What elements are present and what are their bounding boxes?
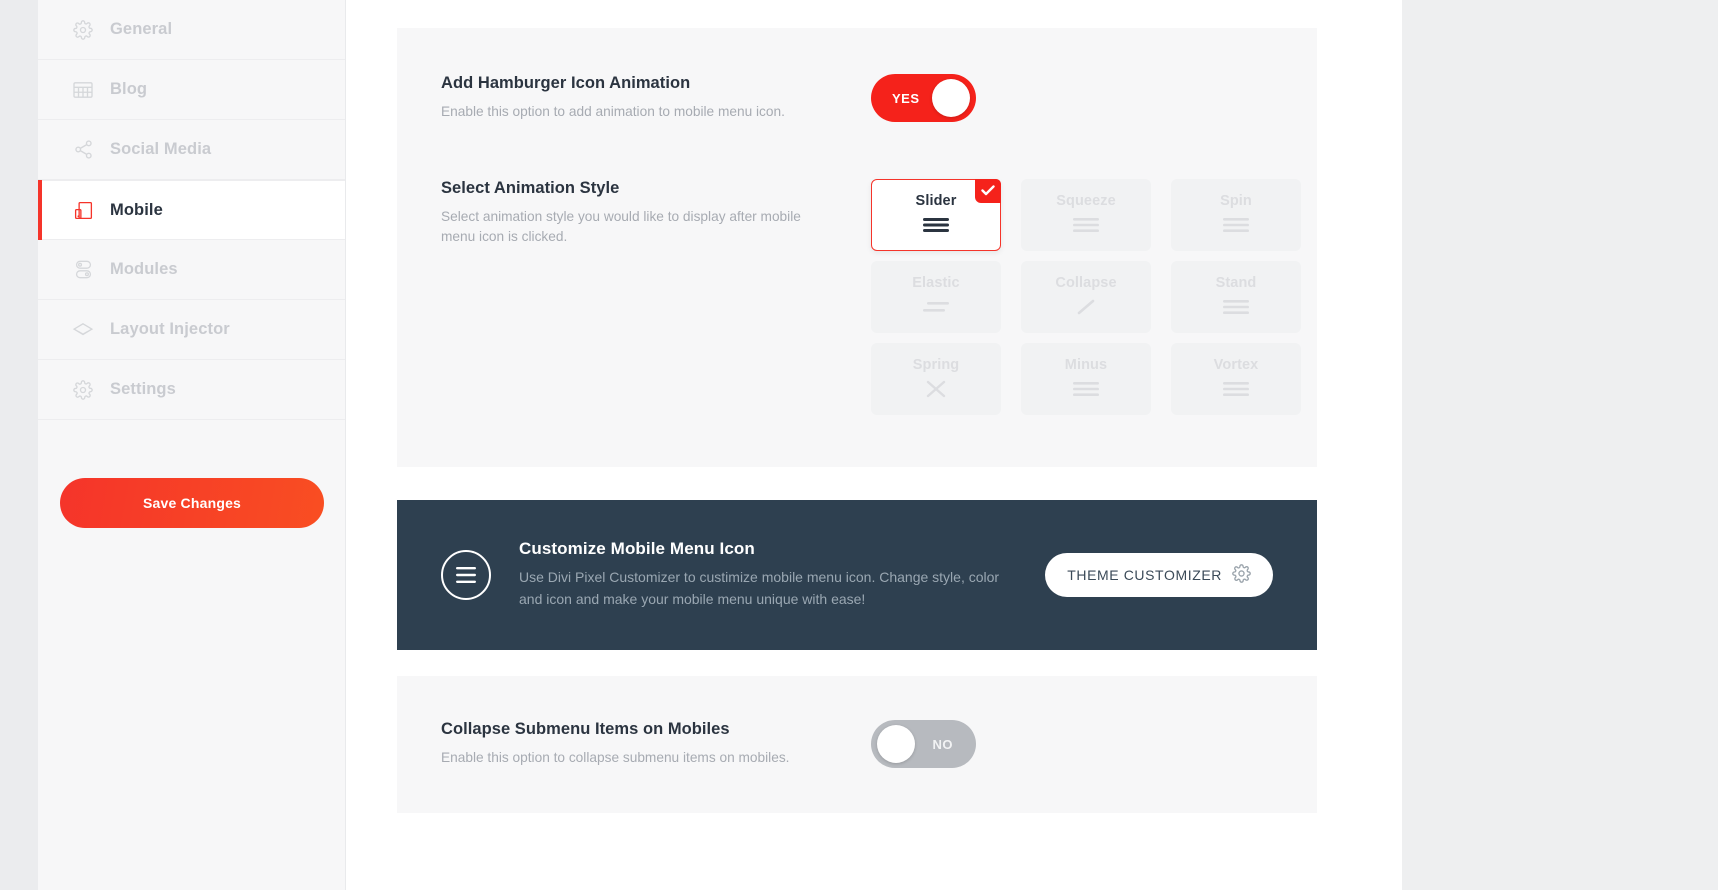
animation-settings-card: Add Hamburger Icon Animation Enable this… (397, 28, 1317, 467)
theme-customizer-banner: Customize Mobile Menu Icon Use Divi Pixe… (397, 500, 1317, 650)
modules-icon (72, 259, 94, 281)
collapse-submenu-toggle[interactable]: NO (871, 720, 976, 768)
style-label: Spin (1220, 193, 1252, 210)
hamburger-animation-toggle[interactable]: YES (871, 74, 976, 122)
style-label: Spring (912, 357, 960, 374)
gear-icon (72, 379, 94, 401)
hamburger-circle-icon (441, 550, 491, 600)
sidebar-item-blog[interactable]: Blog (38, 60, 345, 120)
layout-icon (72, 319, 94, 341)
style-option-vortex[interactable]: Vortex (1171, 342, 1301, 415)
three-bars-icon (1069, 216, 1103, 236)
sidebar-item-general[interactable]: General (38, 0, 345, 60)
option-description: Select animation style you would like to… (441, 208, 801, 245)
option-collapse-submenu: Collapse Submenu Items on Mobiles Enable… (397, 676, 1317, 813)
option-description: Enable this option to add animation to m… (441, 104, 785, 119)
style-option-spring[interactable]: Spring (871, 342, 1001, 415)
style-option-stand[interactable]: Stand (1171, 260, 1301, 333)
banner-text: Customize Mobile Menu Icon Use Divi Pixe… (519, 539, 1045, 610)
selected-check-icon (975, 178, 1001, 203)
style-label: Minus (1064, 357, 1108, 374)
save-changes-button[interactable]: Save Changes (60, 478, 324, 528)
two-bars-offset-icon (919, 298, 953, 318)
toggle-knob (877, 725, 915, 763)
gear-icon (1232, 564, 1251, 586)
sidebar-item-settings[interactable]: Settings (38, 360, 345, 420)
grid-icon (72, 79, 94, 101)
sidebar-item-label: Mobile (110, 200, 163, 219)
share-icon (72, 139, 94, 161)
style-option-slider[interactable]: Slider (871, 178, 1001, 251)
option-text: Select Animation Style Select animation … (441, 179, 871, 248)
option-hamburger-animation: Add Hamburger Icon Animation Enable this… (397, 28, 1317, 169)
toggle-value-label: NO (932, 736, 953, 752)
main-content: Add Hamburger Icon Animation Enable this… (346, 0, 1402, 890)
style-option-elastic[interactable]: Elastic (871, 260, 1001, 333)
style-option-squeeze[interactable]: Squeeze (1021, 178, 1151, 251)
style-label: Vortex (1213, 357, 1259, 374)
three-bars-icon (919, 216, 953, 236)
style-label: Stand (1215, 275, 1257, 292)
left-gutter (0, 0, 38, 890)
mobile-icon (72, 199, 94, 221)
option-title: Collapse Submenu Items on Mobiles (441, 720, 730, 738)
three-bars-icon (1219, 298, 1253, 318)
sidebar: General Blog Social Media Mobile Modules… (38, 0, 346, 890)
toggle-knob (932, 79, 970, 117)
sidebar-item-label: Blog (110, 80, 148, 98)
banner-description: Use Divi Pixel Customizer to custimize m… (519, 569, 1000, 607)
style-option-spin[interactable]: Spin (1171, 178, 1301, 251)
option-animation-style: Select Animation Style Select animation … (397, 169, 1317, 467)
collapse-submenu-card: Collapse Submenu Items on Mobiles Enable… (397, 676, 1317, 813)
option-title: Add Hamburger Icon Animation (441, 74, 691, 92)
sidebar-item-social-media[interactable]: Social Media (38, 120, 345, 180)
three-bars-icon (1219, 216, 1253, 236)
style-label: Collapse (1055, 275, 1117, 292)
style-option-collapse[interactable]: Collapse (1021, 260, 1151, 333)
banner-title: Customize Mobile Menu Icon (519, 539, 755, 559)
sidebar-item-label: Modules (110, 260, 178, 278)
style-label: Elastic (912, 275, 960, 292)
sidebar-item-label: Layout Injector (110, 320, 230, 338)
three-bars-icon (1219, 380, 1253, 400)
toggle-value-label: YES (892, 90, 920, 106)
style-option-minus[interactable]: Minus (1021, 342, 1151, 415)
save-button-wrap: Save Changes (38, 420, 345, 528)
animation-style-grid: Slider Squeeze Spin Elastic Collapse Sta… (871, 178, 1301, 415)
app-root: General Blog Social Media Mobile Modules… (0, 0, 1718, 890)
option-text: Add Hamburger Icon Animation Enable this… (441, 74, 871, 123)
three-bars-icon (1069, 380, 1103, 400)
theme-customizer-button[interactable]: THEME CUSTOMIZER (1045, 553, 1273, 597)
gear-icon (72, 19, 94, 41)
theme-customizer-button-label: THEME CUSTOMIZER (1067, 567, 1222, 583)
sidebar-item-mobile[interactable]: Mobile (38, 180, 345, 240)
sidebar-nav: General Blog Social Media Mobile Modules… (38, 0, 345, 420)
right-gutter (1402, 0, 1718, 890)
sidebar-item-layout-injector[interactable]: Layout Injector (38, 300, 345, 360)
option-text: Collapse Submenu Items on Mobiles Enable… (441, 720, 871, 769)
style-label: Squeeze (1056, 193, 1116, 210)
option-description: Enable this option to collapse submenu i… (441, 750, 790, 765)
sidebar-item-modules[interactable]: Modules (38, 240, 345, 300)
sidebar-item-label: Settings (110, 380, 176, 398)
diagonal-line-icon (1069, 298, 1103, 318)
sidebar-item-label: Social Media (110, 140, 212, 158)
cross-icon (919, 380, 953, 400)
sidebar-item-label: General (110, 20, 173, 38)
style-label: Slider (915, 193, 957, 210)
option-title: Select Animation Style (441, 178, 620, 197)
